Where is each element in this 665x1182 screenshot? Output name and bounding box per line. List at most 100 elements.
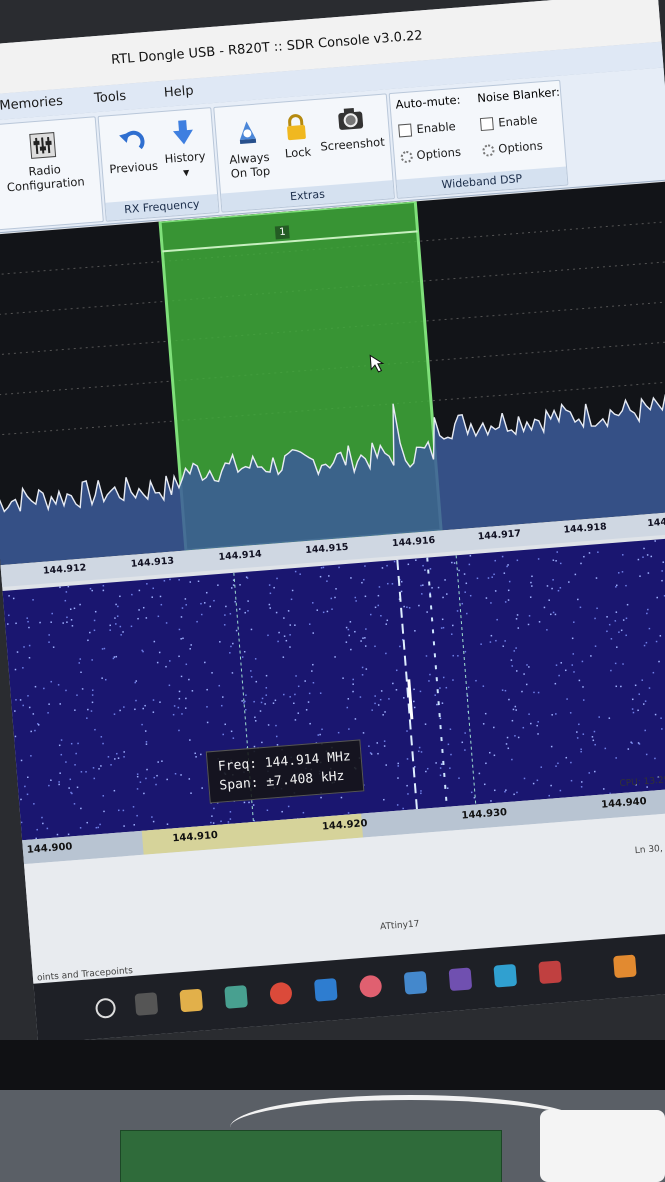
waterfall-speck: [97, 826, 100, 829]
waterfall-display[interactable]: Freq: 144.914 MHz Span: ±7.408 kHz: [2, 536, 665, 841]
waterfall-speck: [58, 781, 60, 783]
app-icon[interactable]: [313, 978, 338, 1002]
waterfall-speck: [14, 668, 17, 671]
waterfall-speck: [407, 793, 409, 795]
waterfall-speck: [507, 564, 509, 566]
lock-button[interactable]: Lock: [275, 112, 318, 161]
waterfall-speck: [90, 710, 93, 712]
waterfall-speck: [104, 678, 107, 681]
waterfall-speck: [152, 699, 155, 701]
waterfall-speck: [86, 717, 88, 720]
waterfall-speck: [360, 640, 362, 642]
spectrum-display[interactable]: 1: [0, 181, 665, 566]
waterfall-speck: [434, 694, 437, 697]
waterfall-speck: [334, 596, 336, 599]
waterfall-speck: [361, 581, 363, 584]
waterfall-speck: [50, 779, 52, 782]
waterfall-speck: [550, 784, 552, 787]
waterfall-speck: [458, 777, 460, 780]
app-icon[interactable]: [613, 954, 637, 979]
waterfall-speck: [569, 712, 572, 714]
menu-help[interactable]: Help: [163, 84, 194, 101]
waterfall-speck: [200, 753, 202, 756]
waterfall-speck: [580, 750, 582, 753]
waterfall-speck: [604, 747, 607, 750]
waterfall-speck: [508, 698, 510, 701]
waterfall-speck: [420, 593, 423, 595]
app-icon[interactable]: [224, 985, 248, 1009]
waterfall-speck: [615, 646, 618, 649]
waterfall-speck: [60, 739, 63, 741]
waterfall-speck: [399, 645, 401, 648]
waterfall-speck: [583, 555, 585, 558]
app-icon[interactable]: [358, 974, 383, 999]
waterfall-speck: [143, 792, 145, 795]
waterfall-speck: [638, 693, 641, 696]
search-circle-icon[interactable]: [94, 997, 117, 1019]
waterfall-speck: [189, 739, 191, 741]
task-view-icon[interactable]: [134, 992, 159, 1016]
waterfall-speck: [531, 585, 533, 587]
waterfall-speck: [594, 743, 596, 746]
menu-memories[interactable]: Memories: [0, 94, 63, 114]
noise-blanker-enable-checkbox[interactable]: Enable: [479, 113, 538, 132]
waterfall-speck: [429, 568, 432, 570]
auto-mute-options-button[interactable]: Options: [400, 145, 461, 164]
waterfall-speck: [93, 777, 96, 780]
waterfall-speck: [219, 640, 221, 643]
waterfall-speck: [566, 698, 568, 700]
waterfall-speck: [123, 751, 125, 753]
waterfall-speck: [75, 752, 77, 755]
waterfall-speck: [568, 581, 570, 583]
waterfall-speck: [608, 623, 611, 626]
waterfall-speck: [537, 558, 540, 560]
auto-mute-enable-checkbox[interactable]: Enable: [398, 119, 456, 138]
waterfall-speck: [468, 563, 471, 566]
waterfall-speck: [555, 664, 558, 667]
waterfall-speck: [102, 742, 104, 745]
waterfall-speck: [115, 623, 117, 625]
previous-button[interactable]: Previous: [106, 127, 159, 177]
waterfall-speck: [359, 696, 362, 698]
waterfall-speck: [374, 606, 377, 609]
waterfall-speck: [413, 688, 415, 691]
radio-configuration-button[interactable]: Radio Configuration: [0, 128, 92, 195]
waterfall-speck: [131, 593, 133, 596]
waterfall-speck: [180, 774, 182, 776]
app-icon[interactable]: [538, 960, 562, 985]
photo-frame: RTL Dongle USB - R820T :: SDR Console v3…: [0, 0, 665, 1182]
waterfall-speck: [130, 625, 133, 628]
waterfall-speck: [558, 674, 560, 677]
noise-blanker-options-button[interactable]: Options: [481, 138, 543, 157]
waterfall-speck: [507, 589, 510, 592]
waterfall-speck: [101, 677, 103, 680]
history-button[interactable]: History ▼: [157, 117, 212, 183]
waterfall-speck: [56, 833, 59, 836]
sdr-console-icon[interactable]: [448, 967, 473, 992]
waterfall-speck: [552, 611, 555, 614]
waterfall-speck: [58, 744, 61, 747]
menu-tools[interactable]: Tools: [94, 89, 127, 106]
folder-icon[interactable]: [179, 988, 204, 1013]
waterfall-speck: [158, 651, 161, 654]
waterfall-speck: [439, 687, 441, 689]
always-on-top-button[interactable]: Always On Top: [219, 117, 278, 181]
waterfall-speck: [487, 577, 490, 579]
chrome-icon[interactable]: [269, 981, 293, 1006]
app-icon[interactable]: [403, 970, 428, 995]
waterfall-speck: [234, 600, 237, 603]
waterfall-speck: [65, 591, 68, 593]
waterfall-speck: [582, 686, 584, 688]
app-icon[interactable]: [493, 963, 518, 988]
spectrum-tick: 144.912: [42, 562, 87, 577]
waterfall-speck: [610, 638, 613, 640]
waterfall-speck: [204, 661, 206, 664]
waterfall-speck: [321, 728, 323, 731]
waterfall-speck: [494, 590, 497, 592]
waterfall-speck: [646, 554, 649, 556]
waterfall-speck: [637, 742, 640, 744]
waterfall-speck: [26, 617, 29, 620]
screenshot-button[interactable]: Screenshot: [315, 103, 388, 154]
waterfall-speck: [250, 670, 252, 672]
waterfall-speck: [452, 679, 454, 681]
